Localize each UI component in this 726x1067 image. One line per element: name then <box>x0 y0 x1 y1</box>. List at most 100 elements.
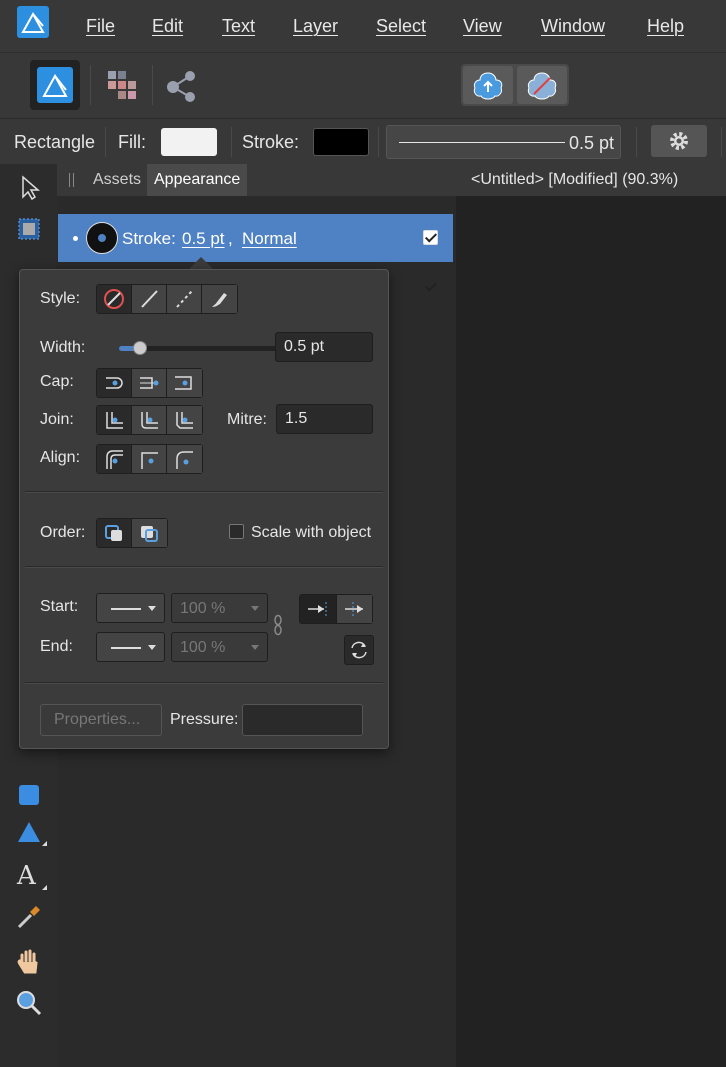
zoom-tool[interactable] <box>14 988 44 1018</box>
menu-file[interactable]: File <box>86 16 115 37</box>
color-picker-tool[interactable] <box>14 902 44 932</box>
order-front-button[interactable] <box>132 519 167 547</box>
join-mitre-button[interactable] <box>97 406 132 434</box>
scale-with-object-checkbox[interactable] <box>229 524 244 539</box>
cap-square-button[interactable] <box>167 369 202 397</box>
align-inside-button[interactable] <box>132 445 167 473</box>
width-field[interactable]: 0.5 pt <box>275 332 373 362</box>
dashed-line-icon <box>176 290 193 308</box>
upload-button[interactable] <box>463 66 513 104</box>
stroke-width-button[interactable]: 0.5 pt <box>386 125 621 159</box>
arrow-inside-icon <box>308 602 327 616</box>
arrowhead-none-line <box>111 608 141 610</box>
fill-swatch[interactable] <box>161 128 217 156</box>
stroke-visibility-checkbox[interactable] <box>423 230 438 245</box>
text-icon: A <box>16 861 47 891</box>
sync-disabled-button[interactable] <box>517 66 567 104</box>
menu-select[interactable]: Select <box>376 16 426 37</box>
stroke-row-width-link[interactable]: 0.5 pt <box>182 229 225 249</box>
menu-edit[interactable]: Edit <box>152 16 183 37</box>
join-round-button[interactable] <box>132 406 167 434</box>
rectangle-tool[interactable] <box>14 780 44 810</box>
pixel-persona-button[interactable] <box>104 67 140 103</box>
style-dashed-button[interactable] <box>167 285 202 313</box>
arrowhead-position-group <box>299 594 373 624</box>
hand-icon <box>17 949 38 974</box>
stroke-row-blend-link[interactable]: Normal <box>242 229 297 249</box>
cap-butt-button[interactable] <box>97 369 132 397</box>
cap-round-button[interactable] <box>132 369 167 397</box>
arrowhead-outside-button[interactable] <box>336 595 372 623</box>
link-icon[interactable] <box>274 614 282 636</box>
start-arrowhead-dropdown[interactable] <box>96 593 165 623</box>
toolbar-separator <box>152 65 153 105</box>
start-scale-value: 100 % <box>180 600 226 617</box>
menu-view[interactable]: View <box>463 16 502 37</box>
arrowhead-none-line <box>111 647 141 649</box>
tab-appearance[interactable]: Appearance <box>147 164 247 196</box>
artboard-tool[interactable] <box>14 214 44 244</box>
text-tool[interactable]: A <box>14 860 47 891</box>
brush-icon <box>212 293 227 307</box>
align-outside-button[interactable] <box>167 445 202 473</box>
swap-icon <box>351 641 367 659</box>
panel-grip-handle[interactable] <box>69 173 74 187</box>
swap-arrowheads-button[interactable] <box>344 635 374 665</box>
stroke-row-label: Stroke: <box>122 229 176 248</box>
toolbar-separator <box>90 65 91 105</box>
bevel-join-icon <box>176 412 193 429</box>
view-tool[interactable] <box>14 946 44 976</box>
align-center-icon <box>106 450 123 469</box>
fill-visibility-checkbox[interactable] <box>424 280 437 293</box>
document-tab[interactable]: <Untitled> [Modified] (90.3%) <box>456 164 726 196</box>
stroke-row-separator: , <box>228 229 233 248</box>
join-bevel-button[interactable] <box>167 406 202 434</box>
document-title: <Untitled> [Modified] (90.3%) <box>471 171 679 188</box>
stroke-preview-line <box>399 142 565 143</box>
end-scale-value: 100 % <box>180 639 226 656</box>
triangle-tool[interactable] <box>14 816 47 846</box>
width-slider[interactable] <box>119 341 287 355</box>
pressure-curve-field[interactable] <box>242 704 363 736</box>
cap-button-group <box>96 368 203 398</box>
row-bullet <box>73 236 78 241</box>
move-tool[interactable] <box>14 172 44 202</box>
end-arrowhead-dropdown[interactable] <box>96 632 165 662</box>
stroke-swatch[interactable] <box>313 128 369 156</box>
mitre-join-icon <box>106 412 123 429</box>
canvas[interactable] <box>456 196 726 1067</box>
export-persona-button[interactable] <box>164 67 200 103</box>
start-scale-dropdown[interactable]: 100 % <box>171 593 268 623</box>
popover-arrow <box>189 257 213 269</box>
width-label: Width: <box>40 339 86 356</box>
align-label: Align: <box>40 449 81 466</box>
style-none-button[interactable] <box>97 285 132 313</box>
tab-assets[interactable]: Assets <box>93 171 141 189</box>
menu-help[interactable]: Help <box>647 16 684 37</box>
end-scale-dropdown[interactable]: 100 % <box>171 632 268 662</box>
style-texture-button[interactable] <box>202 285 237 313</box>
order-behind-button[interactable] <box>97 519 132 547</box>
square-cap-icon <box>175 376 192 390</box>
width-slider-knob[interactable] <box>133 341 147 355</box>
tab-appearance-label: Appearance <box>154 171 241 188</box>
affinity-designer-logo-icon <box>17 6 49 38</box>
properties-button[interactable]: Properties... <box>40 704 162 736</box>
mitre-field[interactable]: 1.5 <box>276 404 373 434</box>
scale-with-object-label: Scale with object <box>251 524 372 541</box>
stroke-row[interactable]: Stroke: 0.5 pt , Normal <box>58 214 453 262</box>
menu-text[interactable]: Text <box>222 16 255 37</box>
context-separator <box>231 127 232 157</box>
menu-window[interactable]: Window <box>541 16 605 37</box>
context-separator <box>721 127 722 157</box>
solid-line-icon <box>141 290 158 308</box>
stroke-thumbnail[interactable] <box>86 222 118 254</box>
order-label: Order: <box>40 524 86 541</box>
round-cap-icon <box>140 377 159 389</box>
settings-button[interactable] <box>651 125 707 157</box>
designer-persona-button[interactable] <box>30 60 80 110</box>
arrowhead-inside-button[interactable] <box>300 595 336 623</box>
style-solid-button[interactable] <box>132 285 167 313</box>
align-center-button[interactable] <box>97 445 132 473</box>
menu-layer[interactable]: Layer <box>293 16 338 37</box>
